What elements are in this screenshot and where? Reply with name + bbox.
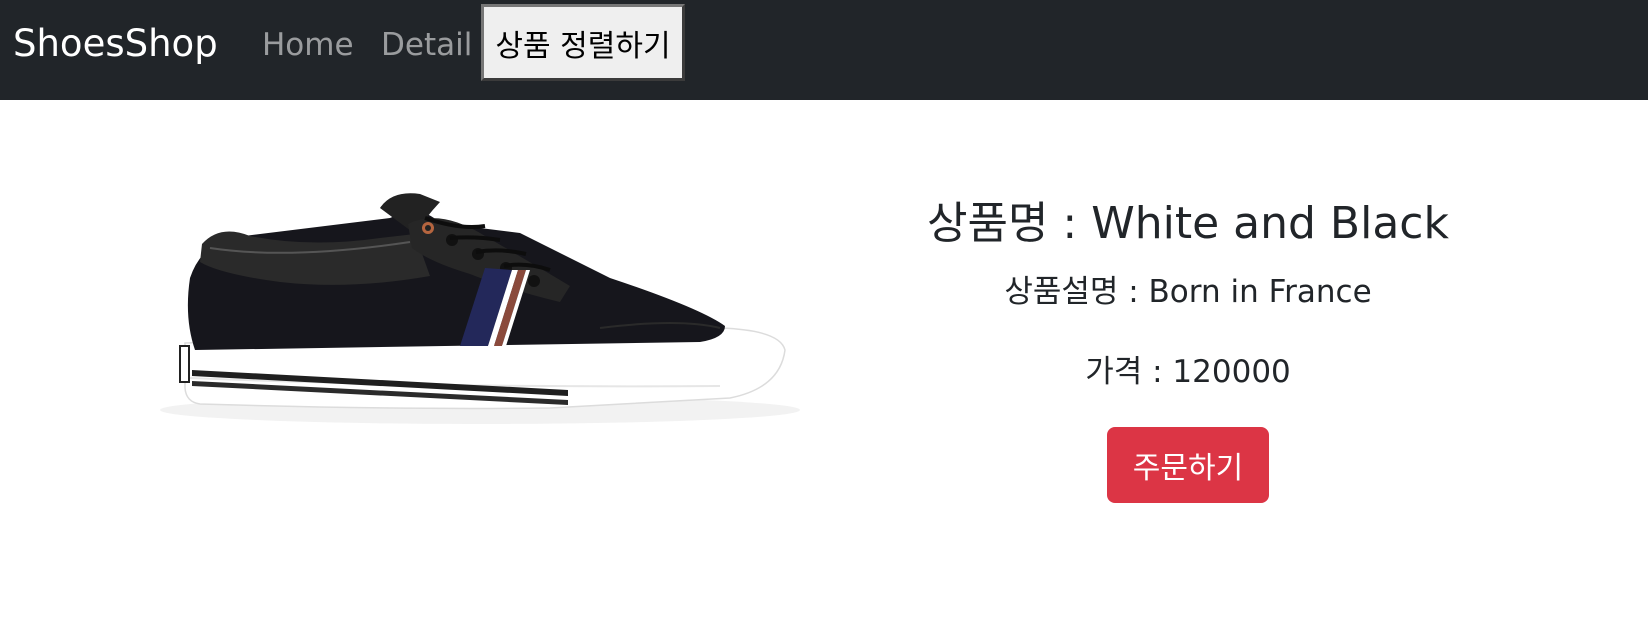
navbar: ShoesShop Home Detail 상품 정렬하기: [0, 0, 1648, 100]
order-button[interactable]: 주문하기: [1107, 427, 1269, 503]
sort-products-button[interactable]: 상품 정렬하기: [481, 4, 685, 81]
product-name: 상품명 : White and Black: [927, 198, 1449, 249]
sneaker-image: [140, 178, 810, 460]
nav-link-detail[interactable]: Detail: [381, 24, 472, 66]
brand-logo[interactable]: ShoesShop: [13, 20, 218, 68]
nav-link-home[interactable]: Home: [262, 24, 354, 66]
product-description: 상품설명 : Born in France: [1004, 274, 1372, 310]
product-price: 가격 : 120000: [1085, 354, 1291, 390]
